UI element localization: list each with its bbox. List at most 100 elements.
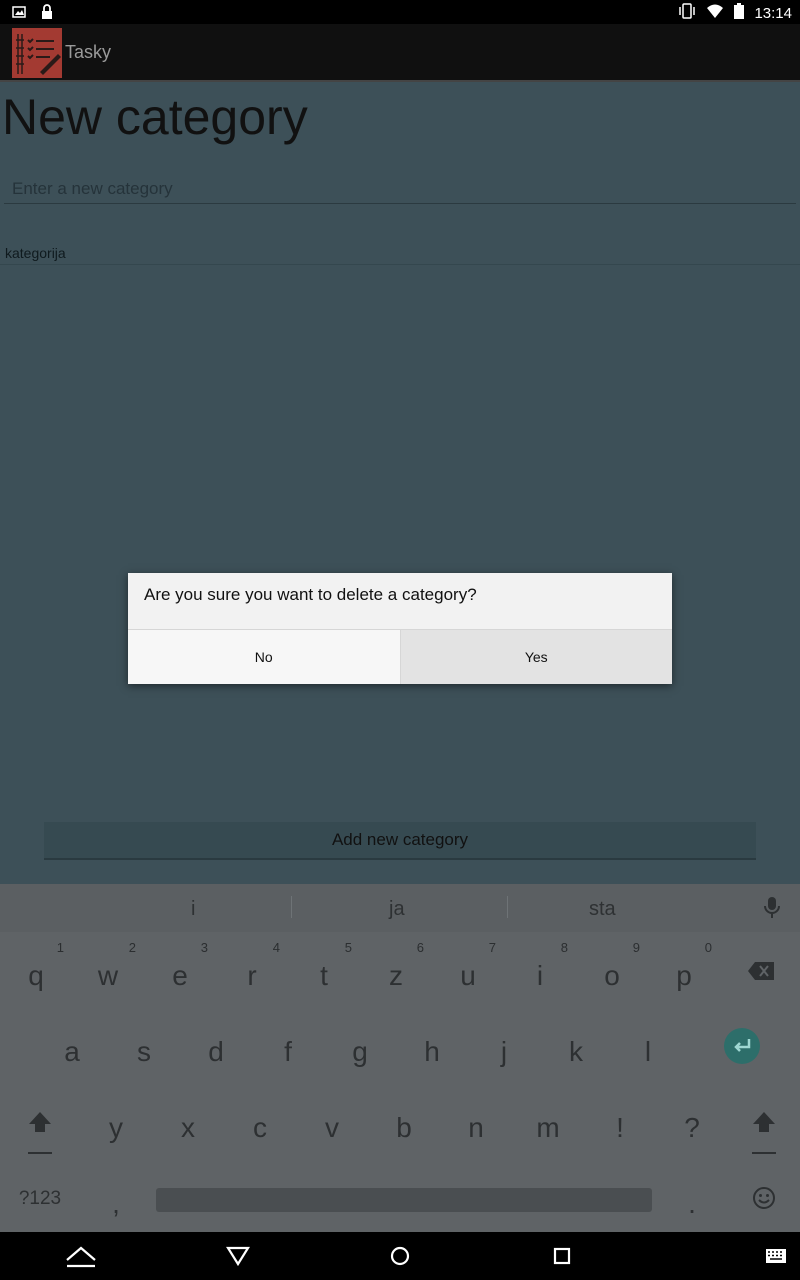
key-label: r (247, 960, 257, 991)
key-p[interactable]: 0p (652, 936, 716, 1006)
action-bar: Tasky (0, 24, 800, 82)
key-q[interactable]: 1q (4, 936, 68, 1006)
app-title: Tasky (65, 42, 112, 62)
key-label: x (181, 1112, 195, 1143)
keyboard-icon[interactable] (756, 1242, 796, 1270)
suggestion-3[interactable]: sta (589, 898, 616, 921)
key-label: t (320, 960, 328, 991)
key-label: . (688, 1188, 696, 1219)
key-n[interactable]: n (444, 1088, 508, 1158)
mic-icon[interactable] (763, 896, 781, 924)
key-a[interactable]: a (40, 1012, 104, 1082)
key-label: q (28, 960, 44, 991)
key-o[interactable]: 9o (580, 936, 644, 1006)
shift-key-left[interactable] (8, 1088, 72, 1158)
hide-keyboard-icon[interactable] (61, 1242, 101, 1270)
category-list-item[interactable]: kategorija (0, 237, 800, 265)
key-x[interactable]: x (156, 1088, 220, 1158)
key-label: z (389, 960, 403, 991)
key-d[interactable]: d (184, 1012, 248, 1082)
key-label: c (253, 1112, 267, 1143)
key-t[interactable]: 5t (292, 936, 356, 1006)
key-l[interactable]: l (616, 1012, 680, 1082)
no-button[interactable]: No (128, 630, 401, 684)
dialog-buttons: No Yes (128, 629, 672, 684)
key-label: ?123 (18, 1188, 62, 1209)
image-icon (12, 4, 26, 24)
key-hint: 8 (560, 940, 568, 955)
key-label: m (536, 1112, 560, 1143)
key-exclamation[interactable]: ! (588, 1088, 652, 1158)
page-title: New category (2, 89, 308, 145)
key-k[interactable]: k (544, 1012, 608, 1082)
key-label: v (325, 1112, 339, 1143)
shift-key-right[interactable] (732, 1088, 796, 1158)
enter-key[interactable] (710, 1012, 774, 1082)
key-w[interactable]: 2w (76, 936, 140, 1006)
shift-icon (28, 1112, 52, 1154)
symbols-key[interactable]: ?123 (4, 1164, 76, 1234)
key-label: k (569, 1036, 583, 1067)
key-label: b (396, 1112, 412, 1143)
key-hint: 3 (200, 940, 208, 955)
key-period[interactable]: . (660, 1164, 724, 1234)
yes-button[interactable]: Yes (400, 630, 672, 684)
status-time: 13:14 (754, 4, 792, 22)
status-bar: 13:14 (0, 0, 800, 24)
emoji-icon (753, 1187, 775, 1209)
key-c[interactable]: c (228, 1088, 292, 1158)
key-hint: 9 (632, 940, 640, 955)
key-label: , (112, 1188, 120, 1219)
vibrate-icon (678, 3, 696, 23)
suggestion-divider (291, 896, 292, 918)
soft-keyboard: i ja sta 1q 2w 3e 4r 5t 6z 7u 8i 9o 0p a… (0, 884, 800, 1232)
key-y[interactable]: y (84, 1088, 148, 1158)
key-s[interactable]: s (112, 1012, 176, 1082)
key-u[interactable]: 7u (436, 936, 500, 1006)
backspace-key[interactable] (728, 936, 792, 1006)
key-question[interactable]: ? (660, 1088, 724, 1158)
key-label: u (460, 960, 476, 991)
key-e[interactable]: 3e (148, 936, 212, 1006)
suggestion-1[interactable]: i (191, 898, 195, 921)
home-icon[interactable] (380, 1242, 420, 1270)
category-input[interactable] (4, 174, 796, 204)
key-v[interactable]: v (300, 1088, 364, 1158)
key-hint: 6 (416, 940, 424, 955)
key-label: f (284, 1036, 292, 1067)
suggestion-divider (507, 896, 508, 918)
key-z[interactable]: 6z (364, 936, 428, 1006)
navigation-bar (0, 1232, 800, 1280)
key-label: l (644, 1036, 652, 1067)
back-icon[interactable] (218, 1242, 258, 1270)
delete-confirm-dialog: Are you sure you want to delete a catego… (128, 573, 672, 684)
key-label: e (172, 960, 188, 991)
emoji-key[interactable] (732, 1164, 796, 1234)
key-label: s (137, 1036, 151, 1067)
suggestion-strip: i ja sta (0, 884, 800, 932)
key-h[interactable]: h (400, 1012, 464, 1082)
key-label: g (352, 1036, 368, 1067)
key-m[interactable]: m (516, 1088, 580, 1158)
checklist-icon (12, 28, 62, 78)
key-hint: 5 (344, 940, 352, 955)
key-f[interactable]: f (256, 1012, 320, 1082)
key-g[interactable]: g (328, 1012, 392, 1082)
key-comma[interactable]: , (84, 1164, 148, 1234)
key-label: w (97, 960, 119, 991)
dialog-message: Are you sure you want to delete a catego… (144, 585, 477, 604)
key-b[interactable]: b (372, 1088, 436, 1158)
spacebar[interactable] (156, 1188, 652, 1212)
key-label: ! (616, 1112, 624, 1143)
key-label: i (536, 960, 544, 991)
enter-icon (724, 1028, 760, 1064)
key-i[interactable]: 8i (508, 936, 572, 1006)
recents-icon[interactable] (542, 1242, 582, 1270)
suggestion-2[interactable]: ja (389, 898, 405, 921)
key-label: j (500, 1036, 508, 1067)
key-j[interactable]: j (472, 1012, 536, 1082)
key-label: d (208, 1036, 224, 1067)
add-category-button[interactable]: Add new category (44, 822, 756, 860)
key-r[interactable]: 4r (220, 936, 284, 1006)
key-label: p (676, 960, 692, 991)
